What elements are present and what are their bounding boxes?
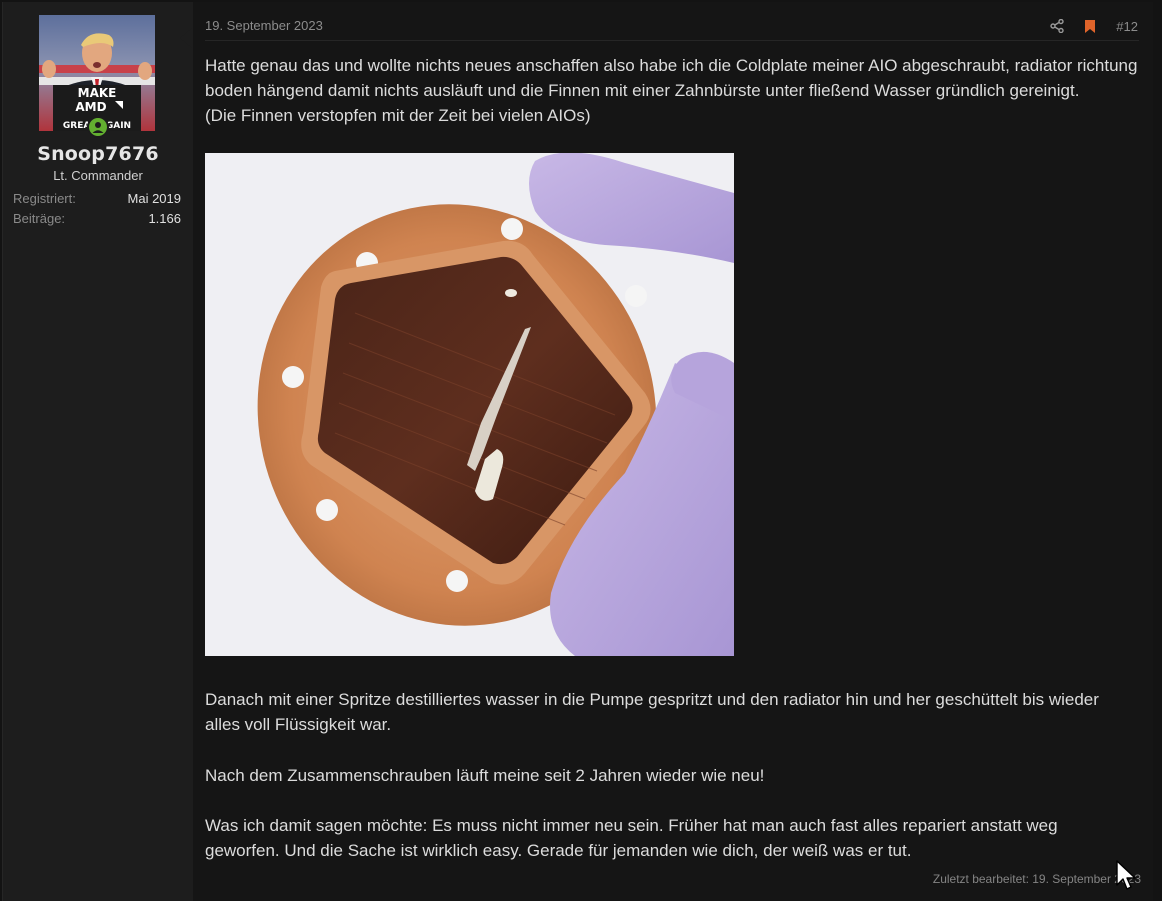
mouse-cursor-icon: [1116, 860, 1136, 890]
post-body: Hatte genau das und wollte nichts neues …: [205, 53, 1143, 128]
user-online-icon: [87, 116, 109, 138]
avatar-text-make: MAKE: [78, 86, 117, 100]
attachment-image[interactable]: [205, 153, 734, 656]
post-actions: #12: [1047, 16, 1138, 36]
user-sidebar: MAKE AMD GREAT AGAIN Snoop7676 Lt. Comma…: [2, 2, 194, 901]
stat-label: Registriert:: [13, 191, 76, 206]
stat-value[interactable]: 1.166: [148, 211, 181, 226]
avatar-text-amd: AMD: [75, 100, 106, 114]
user-arrow: [180, 28, 192, 48]
message-main: 19. September 2023 #12 Hatte genau das u…: [193, 2, 1153, 901]
stat-value: Mai 2019: [127, 191, 181, 206]
post-text-para-2: Danach mit einer Spritze destilliertes w…: [205, 690, 1099, 734]
avatar[interactable]: MAKE AMD GREAT AGAIN: [39, 15, 155, 131]
post-text-para-3: Nach dem Zusammenschrauben läuft meine s…: [205, 766, 765, 785]
post-text-para-4: Was ich damit sagen möchte: Es muss nich…: [205, 816, 1058, 860]
last-edited: Zuletzt bearbeitet: 19. September 2023: [932, 872, 1141, 886]
post-text-note: (Die Finnen verstopfen mit der Zeit bei …: [205, 106, 591, 125]
bookmark-icon[interactable]: [1080, 16, 1100, 36]
avatar-image: MAKE AMD GREAT AGAIN: [39, 15, 155, 131]
stat-posts: Beiträge: 1.166: [13, 211, 181, 226]
post-date[interactable]: 19. September 2023: [205, 18, 323, 33]
share-icon[interactable]: [1047, 16, 1067, 36]
coldplate-photo: [205, 153, 734, 656]
post-container: MAKE AMD GREAT AGAIN Snoop7676 Lt. Comma…: [0, 0, 1162, 901]
post-text-intro: Hatte genau das und wollte nichts neues …: [205, 56, 1138, 100]
stat-registered: Registriert: Mai 2019: [13, 191, 181, 206]
stat-label: Beiträge:: [13, 211, 66, 226]
divider: [205, 40, 1139, 41]
user-title: Lt. Commander: [53, 168, 143, 183]
username[interactable]: Snoop7676: [3, 143, 193, 165]
post-number[interactable]: #12: [1116, 19, 1138, 34]
